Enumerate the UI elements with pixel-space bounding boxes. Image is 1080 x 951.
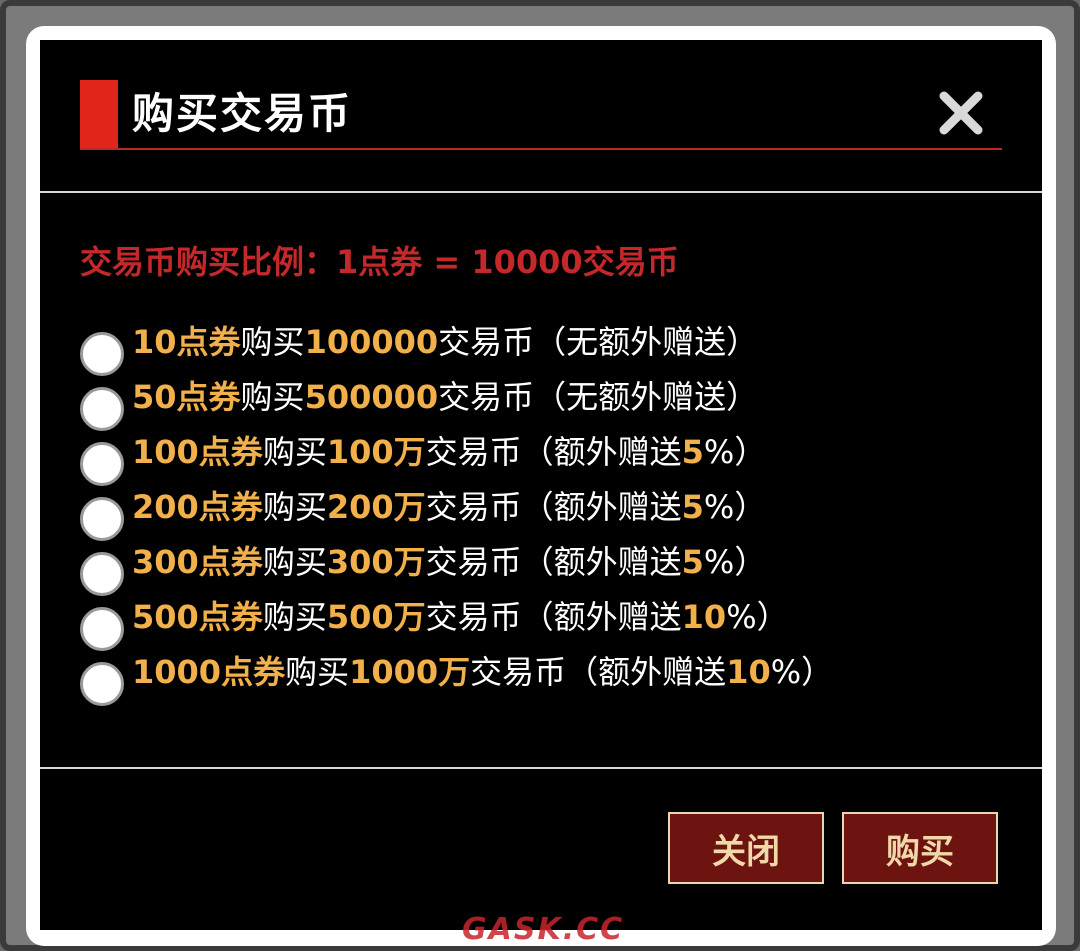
option-500[interactable]: 500点券购买500万交易币（额外赠送10%） — [80, 593, 833, 651]
close-x-icon[interactable] — [938, 90, 984, 136]
purchase-options-list: 10点券购买100000交易币（无额外赠送） 50点券购买500000交易币（无… — [80, 318, 834, 706]
option-100[interactable]: 100点券购买100万交易币（额外赠送5%） — [80, 428, 833, 486]
option-label: 500点券购买500万交易币（额外赠送10%） — [132, 598, 789, 636]
watermark: GASK.CC — [462, 912, 625, 947]
buy-button[interactable]: 购买 — [842, 812, 998, 884]
option-1000[interactable]: 1000点券购买1000万交易币（额外赠送10%） — [80, 648, 834, 706]
option-label: 10点券购买100000交易币（无额外赠送） — [132, 323, 759, 361]
title-accent-bar — [80, 80, 118, 148]
dialog-header: 购买交易币 — [80, 80, 1002, 150]
radio-button[interactable] — [80, 552, 124, 596]
radio-button[interactable] — [80, 497, 124, 541]
radio-button[interactable] — [80, 607, 124, 651]
radio-button[interactable] — [80, 662, 124, 706]
option-200[interactable]: 200点券购买200万交易币（额外赠送5%） — [80, 483, 833, 541]
radio-button[interactable] — [80, 332, 124, 376]
close-button[interactable]: 关闭 — [668, 812, 824, 884]
radio-button[interactable] — [80, 442, 124, 486]
option-label: 300点券购买300万交易币（额外赠送5%） — [132, 543, 767, 581]
footer-divider — [40, 767, 1042, 769]
dialog-title: 购买交易币 — [132, 89, 353, 138]
option-50[interactable]: 50点券购买500000交易币（无额外赠送） — [80, 373, 833, 431]
radio-button[interactable] — [80, 387, 124, 431]
option-label: 100点券购买100万交易币（额外赠送5%） — [132, 433, 767, 471]
option-10[interactable]: 10点券购买100000交易币（无额外赠送） — [80, 318, 833, 376]
option-label: 200点券购买200万交易币（额外赠送5%） — [132, 488, 767, 526]
option-label: 1000点券购买1000万交易币（额外赠送10%） — [132, 653, 834, 691]
option-300[interactable]: 300点券购买300万交易币（额外赠送5%） — [80, 538, 833, 596]
option-label: 50点券购买500000交易币（无额外赠送） — [132, 378, 759, 416]
exchange-rate-text: 交易币购买比例：1点券 = 10000交易币 — [80, 243, 679, 281]
header-divider — [40, 191, 1042, 193]
